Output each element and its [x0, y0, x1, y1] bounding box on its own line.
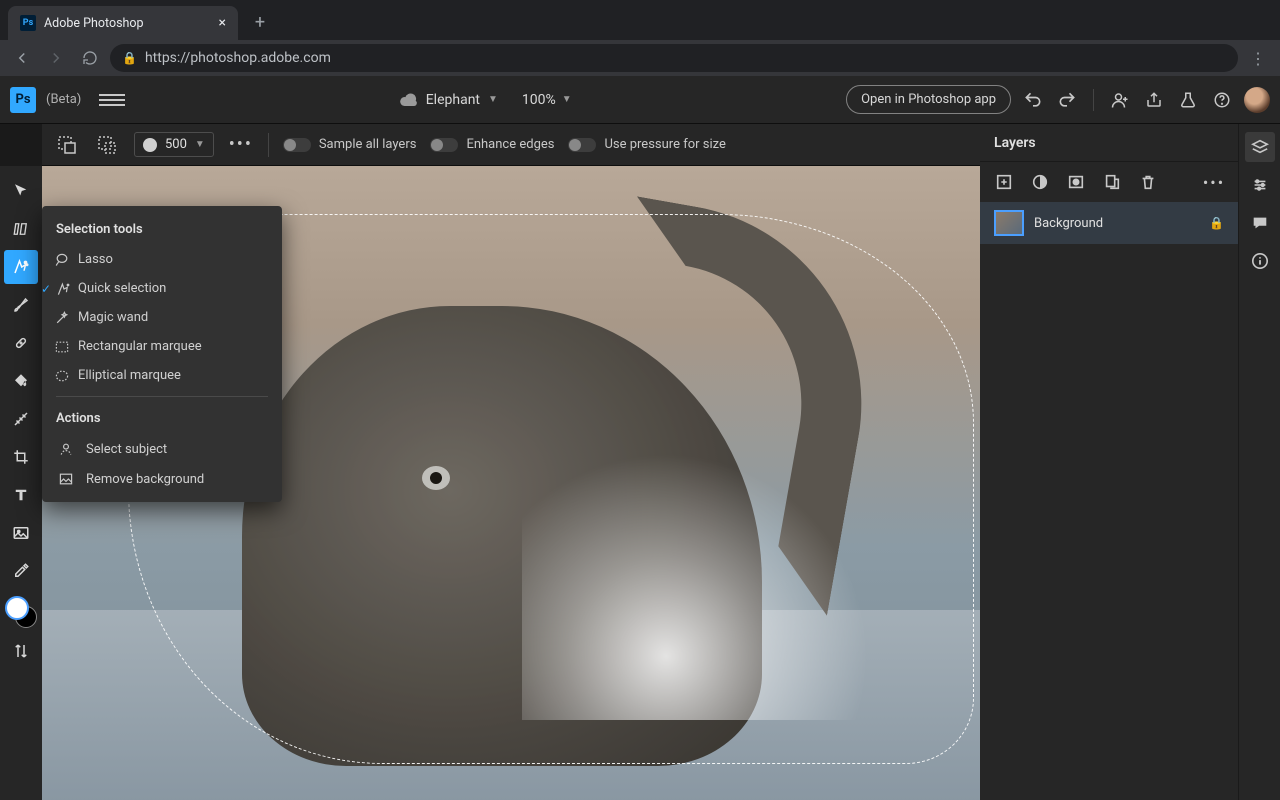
- document-name: Elephant: [426, 92, 480, 108]
- gradient-tool[interactable]: [4, 402, 38, 436]
- cloud-icon: [400, 93, 418, 107]
- quick-selection-icon: [56, 281, 72, 297]
- tab-title: Adobe Photoshop: [44, 16, 144, 31]
- flyout-section-title: Selection tools: [42, 214, 282, 245]
- app-header: Ps (Beta) Elephant ▼ 100% ▼ Open in Phot…: [0, 76, 1280, 124]
- tool-rail: [0, 166, 42, 800]
- magic-wand-tool-item[interactable]: Magic wand: [42, 303, 282, 332]
- new-tab-button[interactable]: +: [246, 8, 274, 36]
- document-title-dropdown[interactable]: Elephant ▼: [400, 92, 498, 108]
- layer-thumbnail: [994, 210, 1024, 236]
- layer-name: Background: [1034, 216, 1199, 231]
- address-bar[interactable]: 🔒 https://photoshop.adobe.com: [110, 44, 1238, 72]
- brush-size-dropdown[interactable]: 500 ▼: [134, 132, 214, 157]
- heal-tool[interactable]: [4, 326, 38, 360]
- swap-colors-button[interactable]: [4, 634, 38, 668]
- remove-background-action[interactable]: Remove background: [42, 464, 282, 494]
- brush-preview-icon: [143, 138, 157, 152]
- hamburger-menu-button[interactable]: [99, 87, 125, 113]
- foreground-color-swatch[interactable]: [5, 596, 29, 620]
- sample-all-layers-toggle[interactable]: [283, 138, 311, 152]
- layers-more-button[interactable]: •••: [1204, 172, 1224, 192]
- quick-selection-tool-item[interactable]: Quick selection: [42, 274, 282, 303]
- ps-logo-icon[interactable]: Ps: [10, 87, 36, 113]
- add-selection-icon[interactable]: [54, 132, 80, 158]
- type-tool[interactable]: [4, 478, 38, 512]
- beaker-icon[interactable]: [1176, 88, 1200, 112]
- selection-tool[interactable]: [4, 250, 38, 284]
- favicon-icon: Ps: [20, 15, 36, 31]
- fill-tool[interactable]: [4, 364, 38, 398]
- browser-menu-button[interactable]: ⋮: [1244, 44, 1272, 72]
- layers-rail-button[interactable]: [1245, 132, 1275, 162]
- use-pressure-label: Use pressure for size: [604, 137, 725, 152]
- layers-panel-toolbar: •••: [980, 162, 1238, 202]
- chevron-down-icon: ▼: [195, 139, 205, 150]
- brush-tool[interactable]: [4, 288, 38, 322]
- tool-options-bar: 500 ▼ ••• Sample all layers Enhance edge…: [42, 124, 980, 166]
- forward-button[interactable]: [42, 44, 70, 72]
- enhance-edges-label: Enhance edges: [466, 137, 554, 152]
- rectangle-marquee-icon: [54, 339, 70, 355]
- place-image-tool[interactable]: [4, 516, 38, 550]
- zoom-dropdown[interactable]: 100% ▼: [522, 92, 572, 108]
- close-tab-icon[interactable]: ×: [219, 15, 226, 31]
- zoom-value: 100%: [522, 92, 556, 108]
- browser-tab[interactable]: Ps Adobe Photoshop ×: [8, 6, 238, 40]
- mask-button[interactable]: [1066, 172, 1086, 192]
- share-button[interactable]: [1142, 88, 1166, 112]
- layers-panel: Layers ••• Background 🔒: [980, 124, 1238, 800]
- undo-button[interactable]: [1021, 88, 1045, 112]
- properties-rail-button[interactable]: [1245, 170, 1275, 200]
- clip-button[interactable]: [1102, 172, 1122, 192]
- ellipse-marquee-icon: [54, 368, 70, 384]
- magic-wand-icon: [54, 310, 70, 326]
- beta-badge: (Beta): [46, 92, 81, 107]
- transform-tool[interactable]: [4, 212, 38, 246]
- select-subject-icon: [56, 441, 76, 457]
- url-text: https://photoshop.adobe.com: [145, 50, 331, 66]
- help-button[interactable]: [1210, 88, 1234, 112]
- browser-tab-strip: Ps Adobe Photoshop × +: [0, 0, 1280, 40]
- lock-icon: 🔒: [122, 51, 137, 65]
- reload-button[interactable]: [76, 44, 104, 72]
- brush-size-value: 500: [165, 137, 187, 152]
- browser-toolbar: 🔒 https://photoshop.adobe.com ⋮: [0, 40, 1280, 76]
- more-options-button[interactable]: •••: [228, 132, 254, 158]
- sample-all-label: Sample all layers: [319, 137, 417, 152]
- add-layer-button[interactable]: [994, 172, 1014, 192]
- adjustment-layer-button[interactable]: [1030, 172, 1050, 192]
- selection-tools-flyout: Selection tools Lasso Quick selection Ma…: [42, 206, 282, 502]
- use-pressure-toggle[interactable]: [568, 138, 596, 152]
- open-desktop-button[interactable]: Open in Photoshop app: [846, 85, 1011, 114]
- lock-icon[interactable]: 🔒: [1209, 216, 1224, 230]
- account-avatar[interactable]: [1244, 87, 1270, 113]
- eyedropper-tool[interactable]: [4, 554, 38, 588]
- enhance-edges-toggle[interactable]: [430, 138, 458, 152]
- lasso-tool-item[interactable]: Lasso: [42, 245, 282, 274]
- back-button[interactable]: [8, 44, 36, 72]
- delete-layer-button[interactable]: [1138, 172, 1158, 192]
- chevron-down-icon: ▼: [488, 94, 498, 105]
- chevron-down-icon: ▼: [562, 94, 572, 105]
- layers-panel-title: Layers: [980, 124, 1238, 162]
- move-tool[interactable]: [4, 174, 38, 208]
- redo-button[interactable]: [1055, 88, 1079, 112]
- rectangular-marquee-tool-item[interactable]: Rectangular marquee: [42, 332, 282, 361]
- info-rail-button[interactable]: [1245, 246, 1275, 276]
- elliptical-marquee-tool-item[interactable]: Elliptical marquee: [42, 361, 282, 390]
- right-panel-rail: [1238, 124, 1280, 800]
- remove-bg-icon: [56, 471, 76, 487]
- lasso-icon: [54, 252, 70, 268]
- subtract-selection-icon[interactable]: [94, 132, 120, 158]
- invite-button[interactable]: [1108, 88, 1132, 112]
- crop-tool[interactable]: [4, 440, 38, 474]
- select-subject-action[interactable]: Select subject: [42, 434, 282, 464]
- comments-rail-button[interactable]: [1245, 208, 1275, 238]
- layer-row-background[interactable]: Background 🔒: [980, 202, 1238, 244]
- flyout-section-title: Actions: [42, 403, 282, 434]
- color-swatches[interactable]: [5, 596, 37, 628]
